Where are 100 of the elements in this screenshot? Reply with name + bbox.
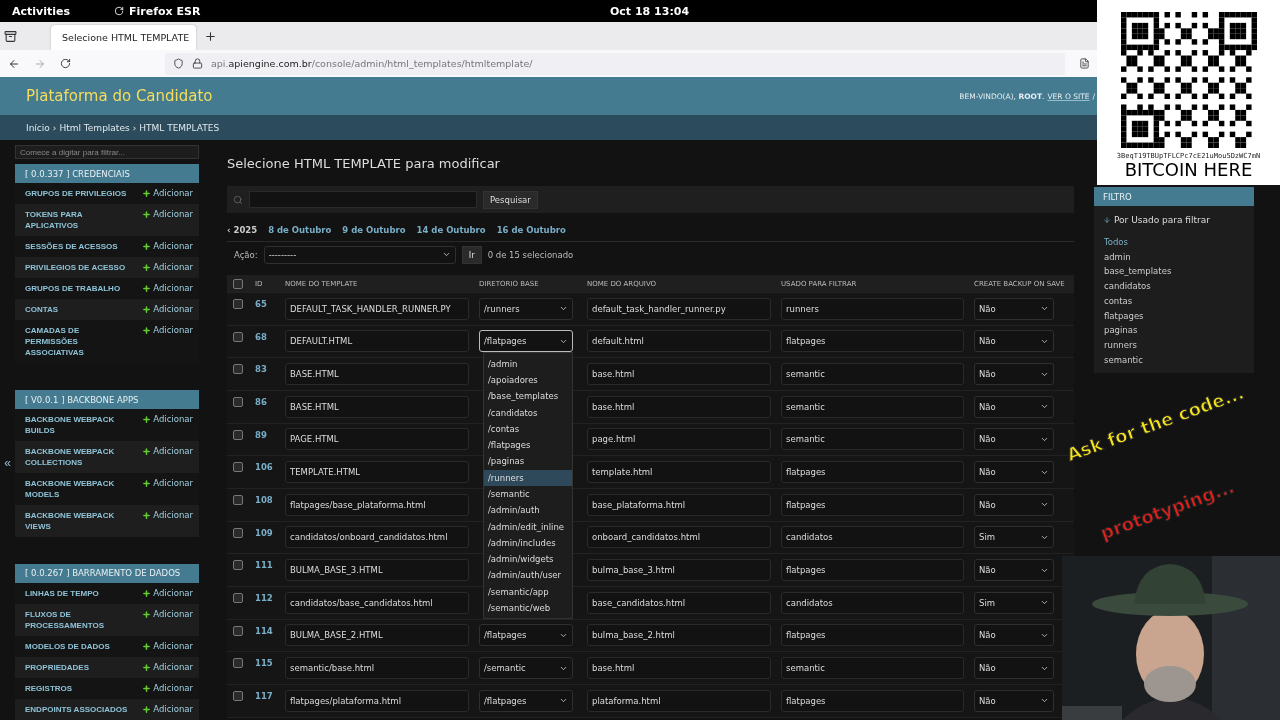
backup-select[interactable]: Sim: [974, 526, 1054, 549]
row-checkbox[interactable]: [233, 429, 243, 440]
dropdown-option[interactable]: /admin/widgets: [484, 551, 572, 568]
sidebar-item[interactable]: BACKBONE WEBPACK COLLECTIONS: [25, 446, 130, 469]
template-name-field[interactable]: PAGE.HTML: [285, 428, 469, 451]
filter-field[interactable]: candidatos: [781, 591, 964, 614]
template-name-field[interactable]: BULMA_BASE_2.HTML: [285, 624, 469, 647]
template-name-field[interactable]: TEMPLATE.HTML: [285, 461, 469, 484]
backup-select[interactable]: Sim: [974, 591, 1054, 614]
dropdown-option[interactable]: /base_templates: [484, 388, 572, 405]
file-name-field[interactable]: default.html: [587, 330, 771, 353]
go-button[interactable]: Ir: [461, 245, 482, 264]
filter-field[interactable]: runners: [781, 297, 964, 320]
add-link[interactable]: Adicionar: [142, 188, 193, 200]
breadcrumb-link[interactable]: Início: [26, 122, 50, 133]
file-name-field[interactable]: base_candidatos.html: [587, 591, 771, 614]
date-link[interactable]: ‹ 2025: [227, 225, 258, 235]
row-id-link[interactable]: 115: [251, 658, 281, 669]
breadcrumb-link[interactable]: HTML TEMPLATES: [139, 122, 220, 133]
dropdown-option[interactable]: /semantic/app: [484, 583, 572, 600]
add-link[interactable]: Adicionar: [142, 588, 193, 599]
dropdown-option[interactable]: /apoiadores: [484, 371, 572, 389]
directory-select[interactable]: /runners: [479, 297, 573, 320]
filter-field[interactable]: flatpages: [781, 493, 964, 516]
row-id-link[interactable]: 112: [251, 592, 281, 603]
sidebar-item[interactable]: CONTAS: [25, 304, 130, 316]
row-checkbox[interactable]: [233, 396, 243, 407]
add-link[interactable]: Adicionar: [142, 304, 193, 316]
filter-field[interactable]: semantic: [781, 363, 964, 386]
add-link[interactable]: Adicionar: [142, 283, 193, 295]
template-name-field[interactable]: BASE.HTML: [285, 395, 469, 418]
row-checkbox[interactable]: [233, 625, 243, 636]
file-name-field[interactable]: base.html: [587, 363, 771, 386]
breadcrumb-link[interactable]: Html Templates: [59, 122, 130, 133]
file-name-field[interactable]: bulma_base_3.html: [587, 559, 771, 582]
filter-field[interactable]: semantic: [781, 428, 964, 451]
file-name-field[interactable]: plataforma.html: [587, 689, 771, 712]
template-name-field[interactable]: DEFAULT.HTML: [285, 330, 469, 353]
filter-field[interactable]: candidatos: [781, 526, 964, 549]
template-name-field[interactable]: candidatos/base_candidatos.html: [285, 591, 469, 614]
directory-select[interactable]: /semantic: [479, 657, 573, 680]
template-name-field[interactable]: DEFAULT_TASK_HANDLER_RUNNER.PY: [285, 297, 469, 320]
file-name-field[interactable]: page.html: [587, 428, 771, 451]
filter-field[interactable]: flatpages: [781, 330, 964, 353]
sidebar-item[interactable]: BACKBONE WEBPACK VIEWS: [25, 510, 130, 533]
sidebar-item[interactable]: BACKBONE WEBPACK BUILDS: [25, 414, 130, 437]
row-id-link[interactable]: 106: [251, 462, 281, 473]
add-link[interactable]: Adicionar: [142, 704, 193, 715]
sidebar-item[interactable]: REGISTROS: [25, 683, 130, 694]
collapse-sidebar-button[interactable]: «: [0, 456, 15, 470]
filter-option[interactable]: paginas: [1094, 323, 1254, 338]
add-link[interactable]: Adicionar: [142, 609, 193, 620]
row-id-link[interactable]: 117: [251, 690, 281, 701]
row-id-link[interactable]: 83: [251, 364, 281, 375]
search-field[interactable]: [249, 191, 477, 208]
add-link[interactable]: Adicionar: [142, 662, 193, 673]
filter-field[interactable]: flatpages: [781, 559, 964, 582]
tab-list-icon[interactable]: [4, 29, 17, 43]
row-id-link[interactable]: 108: [251, 494, 281, 505]
sidebar-item[interactable]: PROPRIEDADES: [25, 662, 130, 673]
sidebar-item[interactable]: BACKBONE WEBPACK MODELS: [25, 478, 130, 501]
directory-select[interactable]: /flatpages: [479, 330, 573, 353]
backup-select[interactable]: Não: [974, 363, 1054, 386]
filter-option[interactable]: Todos: [1094, 235, 1254, 250]
filter-option[interactable]: admin: [1094, 249, 1254, 265]
backup-select[interactable]: Não: [974, 330, 1054, 353]
template-name-field[interactable]: flatpages/plataforma.html: [285, 689, 469, 712]
template-name-field[interactable]: semantic/base.html: [285, 657, 469, 680]
row-id-link[interactable]: 114: [251, 625, 281, 636]
row-checkbox[interactable]: [233, 494, 243, 505]
filter-option[interactable]: base_templates: [1094, 264, 1254, 280]
backup-select[interactable]: Não: [974, 559, 1054, 582]
activities-button[interactable]: Activities: [12, 4, 71, 18]
app-menu[interactable]: Firefox ESR: [114, 4, 201, 18]
row-id-link[interactable]: 86: [251, 396, 281, 407]
filter-option[interactable]: candidatos: [1094, 279, 1254, 294]
filter-option[interactable]: runners: [1094, 337, 1254, 353]
backup-select[interactable]: Não: [974, 461, 1054, 484]
sidebar-item[interactable]: GRUPOS DE TRABALHO: [25, 283, 130, 295]
sidebar-item[interactable]: LINHAS DE TEMPO: [25, 588, 130, 599]
search-button[interactable]: Pesquisar: [483, 190, 538, 209]
dropdown-option[interactable]: /contas: [484, 420, 572, 437]
row-id-link[interactable]: 111: [251, 560, 281, 571]
filter-field[interactable]: semantic: [781, 657, 964, 680]
backup-select[interactable]: Não: [974, 689, 1054, 712]
template-name-field[interactable]: flatpages/base_plataforma.html: [285, 493, 469, 516]
action-select[interactable]: ---------: [263, 245, 456, 264]
filter-field[interactable]: flatpages: [781, 689, 964, 712]
file-name-field[interactable]: default_task_handler_runner.py: [587, 297, 771, 320]
dropdown-option[interactable]: /paginas: [484, 453, 572, 470]
row-checkbox[interactable]: [233, 658, 243, 669]
dropdown-option[interactable]: /semantic: [484, 485, 572, 503]
row-id-link[interactable]: 109: [251, 527, 281, 538]
add-link[interactable]: Adicionar: [142, 641, 193, 652]
date-link[interactable]: 9 de Outubro: [342, 225, 406, 235]
add-link[interactable]: Adicionar: [142, 209, 193, 221]
backup-select[interactable]: Não: [974, 297, 1054, 320]
filter-option[interactable]: semantic: [1094, 352, 1254, 368]
dropdown-option[interactable]: /admin/edit_inline: [484, 518, 572, 535]
date-link[interactable]: 16 de Outubro: [496, 225, 566, 235]
